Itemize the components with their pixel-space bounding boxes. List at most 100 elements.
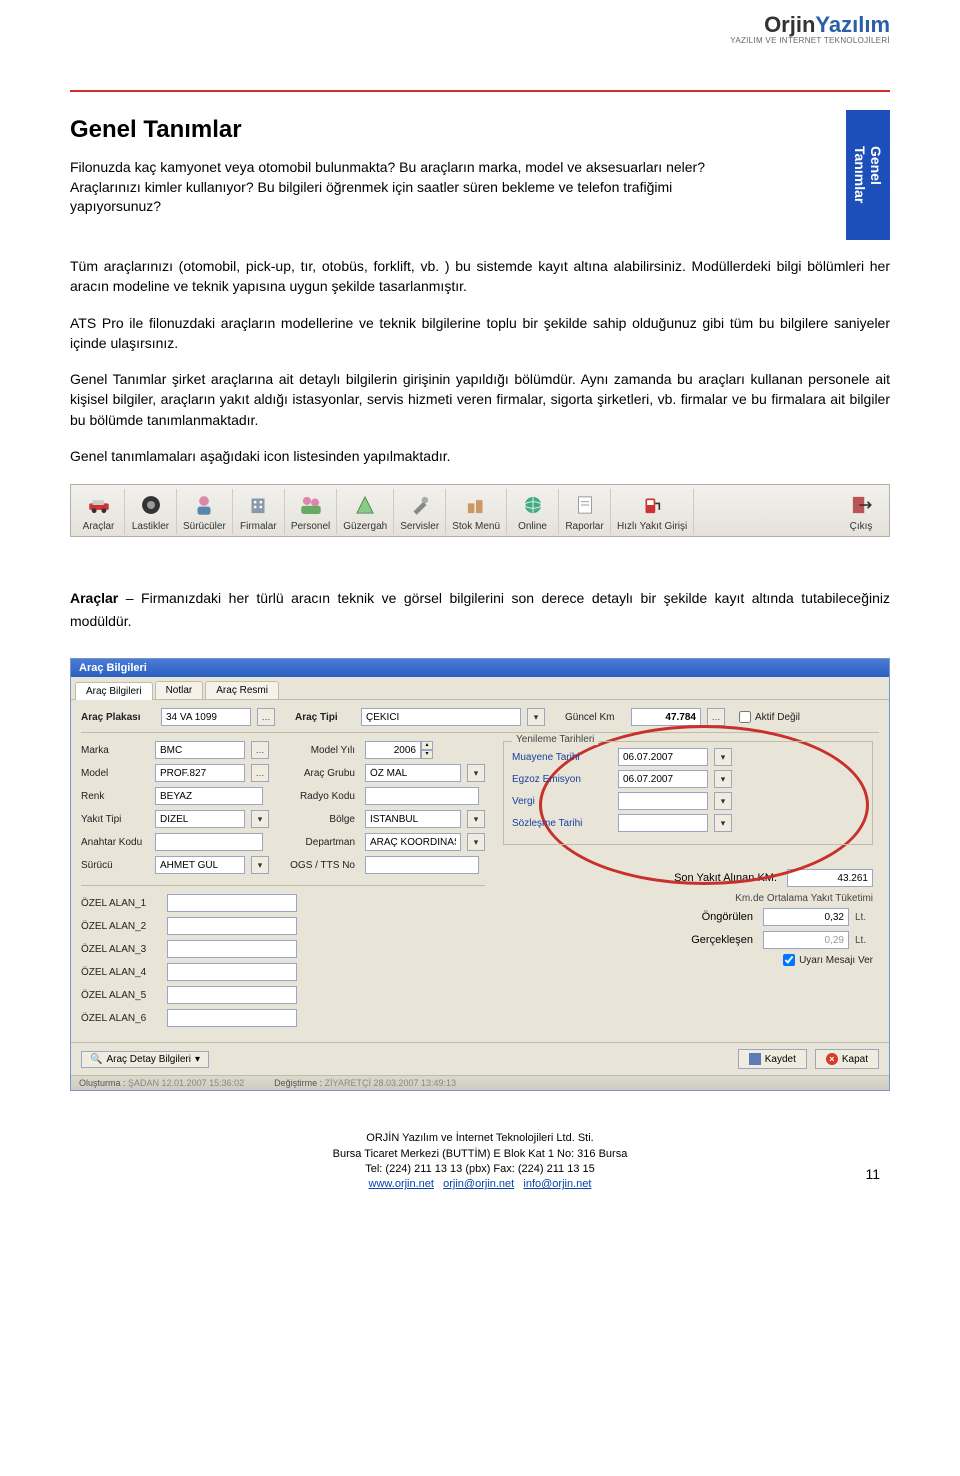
tab-arac-bilgileri[interactable]: Araç Bilgileri [75,682,153,700]
departman-dropdown-button[interactable]: ▾ [467,833,485,851]
surucu-label: Sürücü [81,860,149,871]
toolbar-servisler-button[interactable]: Servisler [394,489,446,534]
bolge-input[interactable] [365,810,461,828]
plate-input[interactable] [161,708,251,726]
toolbar-online-button[interactable]: Online [507,489,559,534]
ogs-input[interactable] [365,856,479,874]
section-head: Araçlar [70,590,118,606]
chevron-down-icon: ▾ [195,1054,200,1065]
page-title: Genel Tanımlar [70,116,846,144]
muayene-input[interactable] [618,748,708,766]
toolbar-cikis-button[interactable]: Çıkış [835,489,887,534]
arac-grubu-input[interactable] [365,764,461,782]
company-icon [243,491,273,519]
tab-arac-resmi[interactable]: Araç Resmi [205,681,279,699]
departman-input[interactable] [365,833,461,851]
arac-grubu-dropdown-button[interactable]: ▾ [467,764,485,782]
marka-input[interactable] [155,741,245,759]
arac-detay-dropdown[interactable]: 🔍 Araç Detay Bilgileri ▾ [81,1051,209,1068]
main-toolbar: Araçlar Lastikler Sürücüler Firmalar Per… [70,484,890,537]
toolbar-guzergah-button[interactable]: Güzergah [337,489,394,534]
ozel3-label: ÖZEL ALAN_3 [81,944,161,955]
toolbar-personel-button[interactable]: Personel [285,489,337,534]
bolge-label: Bölge [285,814,359,825]
ozel3-input[interactable] [167,940,297,958]
vergi-date-button[interactable]: ▾ [714,792,732,810]
close-icon: × [826,1053,838,1065]
ozel5-label: ÖZEL ALAN_5 [81,990,161,1001]
yakit-dropdown-button[interactable]: ▾ [251,810,269,828]
muayene-label: Muayene Tarihi [512,752,612,763]
ozel2-input[interactable] [167,917,297,935]
model-input[interactable] [155,764,245,782]
uyari-mesaji-checkbox[interactable]: Uyarı Mesajı Ver [783,954,873,966]
spin-down-icon[interactable]: ▾ [421,750,433,759]
kaydet-button[interactable]: Kaydet [738,1049,807,1069]
km-input[interactable] [631,708,701,726]
ozel5-input[interactable] [167,986,297,1004]
footer-link-mail1[interactable]: orjin@orjin.net [443,1178,514,1190]
model-lookup-button[interactable]: … [251,764,269,782]
fuel-icon [637,491,667,519]
km-lookup-button[interactable]: … [707,708,725,726]
km-label: Güncel Km [565,712,625,723]
route-icon [350,491,380,519]
ozel1-label: ÖZEL ALAN_1 [81,898,161,909]
toolbar-firmalar-button[interactable]: Firmalar [233,489,285,534]
page-number: 11 [865,1165,880,1185]
sozlesme-input[interactable] [618,814,708,832]
ongorulen-input[interactable] [763,908,849,926]
status-bar: Oluşturma : ŞADAN 12.01.2007 15:36:02 De… [71,1075,889,1090]
spin-up-icon[interactable]: ▴ [421,741,433,750]
footer-link-mail2[interactable]: info@orjin.net [523,1178,591,1190]
ozel6-label: ÖZEL ALAN_6 [81,1013,161,1024]
page-footer: ORJİN Yazılım ve İnternet Teknolojileri … [70,1131,890,1193]
ozel4-input[interactable] [167,963,297,981]
model-yili-label: Model Yılı [285,745,359,756]
type-input[interactable] [361,708,521,726]
radyo-input[interactable] [365,787,479,805]
gerceklesen-label: Gerçekleşen [597,934,757,946]
toolbar-hizli-yakit-button[interactable]: Hızlı Yakıt Girişi [611,489,694,534]
marka-lookup-button[interactable]: … [251,741,269,759]
egzoz-date-button[interactable]: ▾ [714,770,732,788]
ozel6-input[interactable] [167,1009,297,1027]
gerceklesen-input [763,931,849,949]
toolbar-lastikler-button[interactable]: Lastikler [125,489,177,534]
bolge-dropdown-button[interactable]: ▾ [467,810,485,828]
driver-icon [189,491,219,519]
plate-lookup-button[interactable]: … [257,708,275,726]
renk-input[interactable] [155,787,263,805]
toolbar-suruculer-button[interactable]: Sürücüler [177,489,233,534]
toolbar-stok-menu-button[interactable]: Stok Menü [446,489,507,534]
surucu-dropdown-button[interactable]: ▾ [251,856,269,874]
muayene-date-button[interactable]: ▾ [714,748,732,766]
arac-bilgileri-window: Araç Bilgileri Araç Bilgileri Notlar Ara… [70,658,890,1091]
inactive-checkbox[interactable]: Aktif Değil [739,711,800,723]
type-dropdown-button[interactable]: ▾ [527,708,545,726]
departman-label: Departman [285,837,359,848]
ozel1-input[interactable] [167,894,297,912]
kapat-button[interactable]: ×Kapat [815,1049,879,1069]
surucu-input[interactable] [155,856,245,874]
side-tab-genel-tanimlar: Genel Tanımlar [846,110,890,240]
tools-icon [405,491,435,519]
egzoz-label: Egzoz Emisyon [512,774,612,785]
vergi-label: Vergi [512,796,612,807]
anahtar-input[interactable] [155,833,263,851]
ogs-label: OGS / TTS No [285,860,359,871]
yakit-input[interactable] [155,810,245,828]
marka-label: Marka [81,745,149,756]
model-yili-spinner[interactable]: ▴▾ [365,741,433,759]
car-icon [84,491,114,519]
footer-link-www[interactable]: www.orjin.net [369,1178,434,1190]
toolbar-araclar-button[interactable]: Araçlar [73,489,125,534]
tab-notlar[interactable]: Notlar [155,681,204,699]
logo-text: OrjinYazılım [730,12,890,38]
globe-icon [518,491,548,519]
sozlesme-date-button[interactable]: ▾ [714,814,732,832]
vergi-input[interactable] [618,792,708,810]
stock-icon [461,491,491,519]
egzoz-input[interactable] [618,770,708,788]
toolbar-raporlar-button[interactable]: Raporlar [559,489,611,534]
